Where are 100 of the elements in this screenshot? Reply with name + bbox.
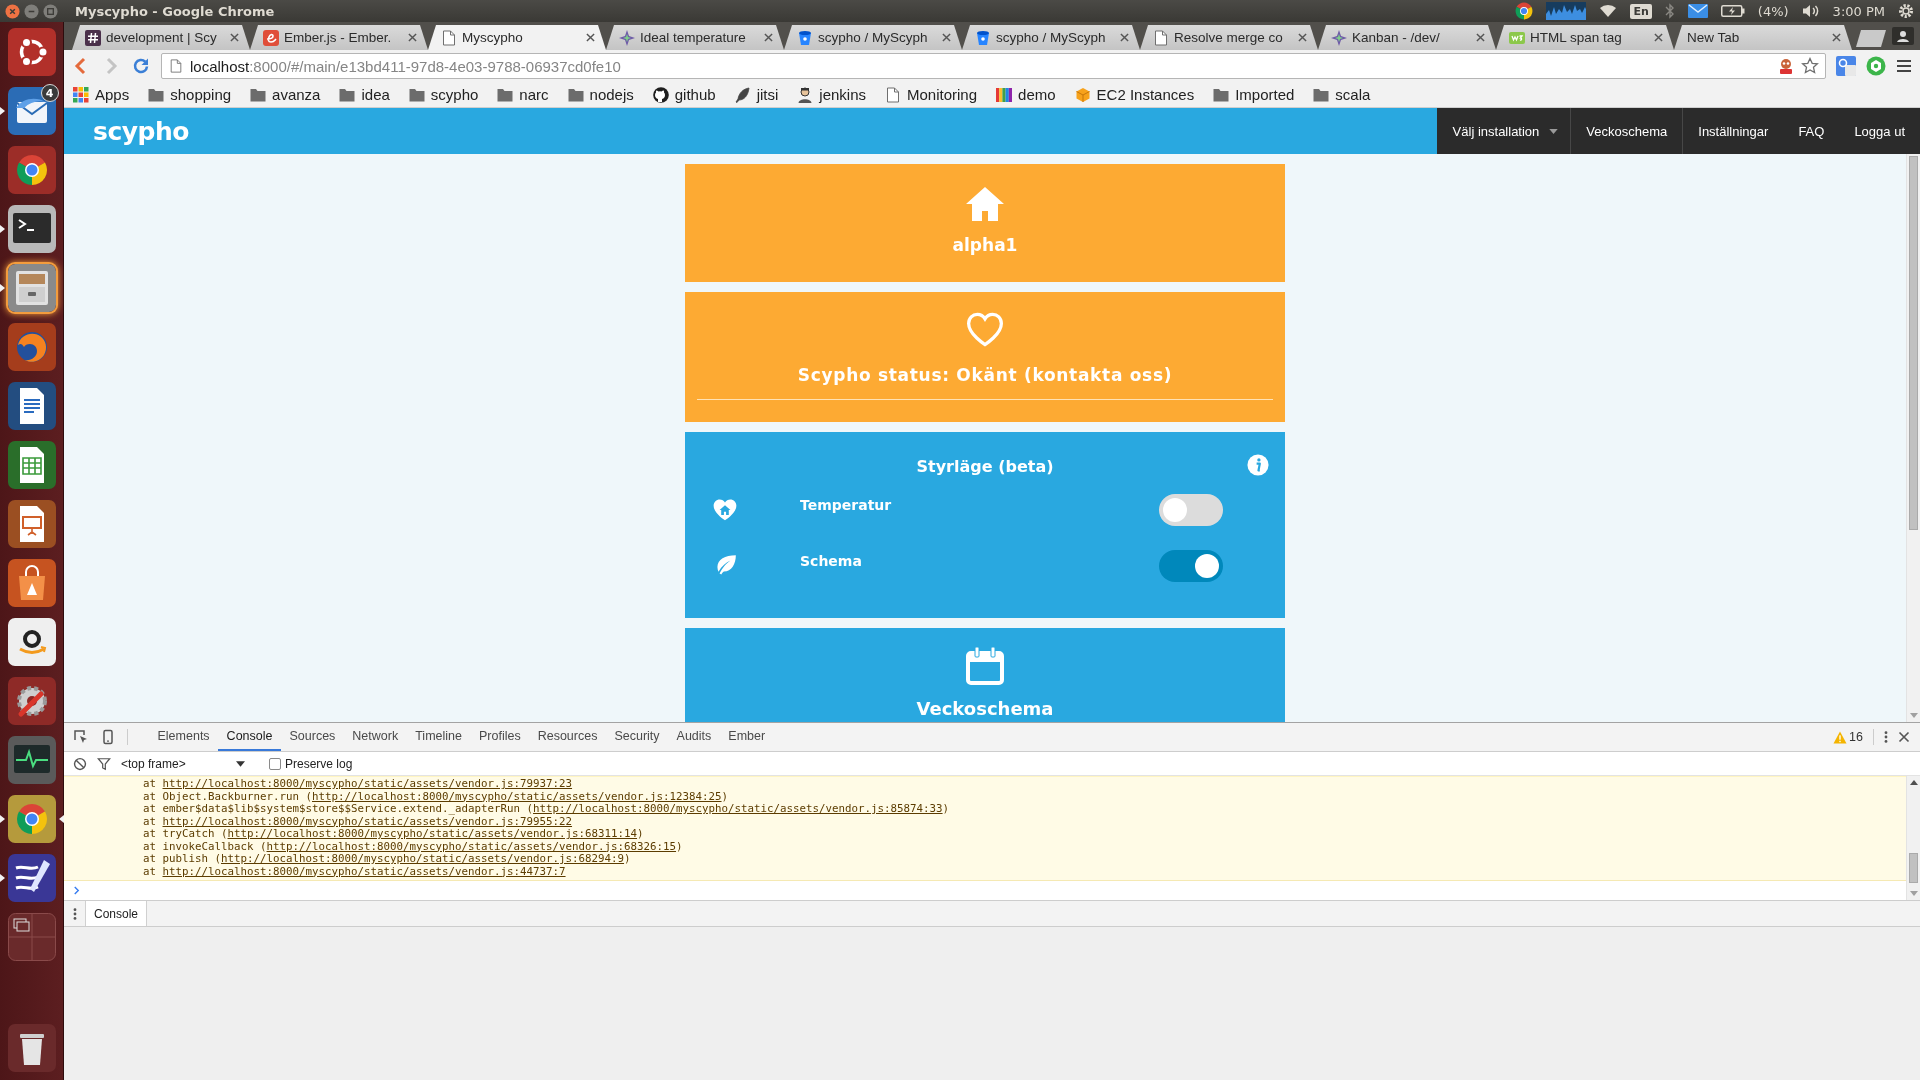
browser-tab[interactable]: HTML span tag <box>1496 25 1674 50</box>
browser-tab[interactable]: Kanban - /dev/ <box>1318 25 1496 50</box>
bookmark-link[interactable]: scypho <box>408 86 479 103</box>
devtools-tab[interactable]: Network <box>343 723 407 751</box>
menu-icon[interactable] <box>1896 58 1912 74</box>
envelope-bird-icon[interactable] <box>7 87 56 135</box>
star-icon[interactable] <box>1801 57 1819 75</box>
devtools-tab[interactable]: Audits <box>668 723 720 751</box>
close-icon[interactable] <box>5 3 20 19</box>
more-icon[interactable] <box>73 906 77 921</box>
drawer-tab[interactable]: Console <box>85 901 148 926</box>
pen-waves-icon[interactable] <box>7 854 56 902</box>
activity-graph-icon[interactable] <box>1546 2 1587 20</box>
close-icon[interactable] <box>1832 33 1841 42</box>
gear-icon[interactable] <box>1898 3 1914 19</box>
spreadsheet-icon[interactable] <box>7 441 56 489</box>
clock[interactable]: 3:00 PM <box>1832 3 1885 19</box>
warning-count[interactable]: 16 <box>1849 730 1863 744</box>
bookmark-link[interactable]: jitsi <box>734 86 779 103</box>
gear-wrench-icon[interactable] <box>7 677 56 725</box>
filter-icon[interactable] <box>97 756 111 771</box>
pulse-monitor-icon[interactable] <box>7 736 56 784</box>
browser-tab[interactable]: Ember.js - Ember. <box>250 25 428 50</box>
round-badge-icon[interactable] <box>1866 56 1886 76</box>
file-cabinet-icon[interactable] <box>7 264 56 312</box>
nav-dropdown[interactable]: Välj installation <box>1436 108 1572 154</box>
console-link[interactable]: http://localhost:8000/myscypho/static/assets/vendor.js:44737:7 <box>162 864 566 878</box>
bookmark-link[interactable]: demo <box>996 86 1056 103</box>
bookmark-link[interactable]: Imported <box>1213 86 1295 103</box>
console-link[interactable]: http://localhost:8000/myscypho/static/assets/vendor.js:68311:14 <box>227 827 638 840</box>
trash-icon[interactable] <box>7 1024 56 1072</box>
close-icon[interactable] <box>408 33 417 42</box>
bookmark-link[interactable]: scala <box>1313 86 1371 103</box>
profile-icon[interactable] <box>1892 27 1914 45</box>
address-field[interactable]: localhost:8000/#/main/e13bd411-97d8-4e03-9788-06937cd0fe10 <box>161 53 1826 79</box>
document-icon[interactable] <box>7 382 56 430</box>
toggle-switch[interactable] <box>1159 550 1223 582</box>
browser-tab[interactable]: Resolve merge co <box>1140 25 1318 50</box>
bookmark-link[interactable]: avanza <box>250 86 321 103</box>
close-icon[interactable] <box>1654 33 1663 42</box>
new-tab-button[interactable] <box>1856 30 1886 47</box>
wifi-icon[interactable] <box>1599 4 1618 18</box>
console-link[interactable]: http://localhost:8000/myscypho/static/assets/vendor.js:68326:15 <box>266 839 677 853</box>
ring-logo-icon[interactable] <box>7 28 56 76</box>
context-select[interactable]: <top frame> <box>121 756 249 771</box>
mascot-icon[interactable] <box>1777 57 1795 75</box>
close-icon[interactable] <box>1120 33 1129 42</box>
scrollbar[interactable] <box>1906 776 1920 900</box>
bookmark-link[interactable]: EC2 Instances <box>1074 86 1195 103</box>
preserve-log-checkbox[interactable] <box>269 757 281 770</box>
color-wheel-icon[interactable] <box>7 795 56 843</box>
nav-link[interactable]: Logga ut <box>1839 108 1920 154</box>
browser-tab[interactable]: scypho / MyScyph <box>962 25 1140 50</box>
bookmark-link[interactable]: jenkins <box>797 86 866 103</box>
bookmark-link[interactable]: Apps <box>73 86 130 103</box>
bookmark-link[interactable]: idea <box>339 86 390 103</box>
browser-tab[interactable]: scypho / MyScyph <box>784 25 962 50</box>
devtools-tab[interactable]: Sources <box>281 723 344 751</box>
battery-icon[interactable] <box>1720 5 1745 17</box>
inspect-icon[interactable] <box>73 729 89 745</box>
devtools-tab[interactable]: Ember <box>719 723 774 751</box>
bluetooth-icon[interactable] <box>1664 3 1675 19</box>
bookmark-link[interactable]: narc <box>497 86 549 103</box>
globe-fox-icon[interactable] <box>7 323 56 371</box>
phone-icon[interactable] <box>100 729 116 745</box>
devtools-tab[interactable]: Profiles <box>470 723 530 751</box>
close-icon[interactable] <box>764 33 773 42</box>
bookmark-link[interactable]: nodejs <box>567 86 634 103</box>
devtools-tab[interactable]: Resources <box>529 723 606 751</box>
scrollbar[interactable] <box>1906 154 1920 722</box>
nav-link[interactable]: FAQ <box>1783 108 1840 154</box>
close-icon[interactable] <box>942 33 951 42</box>
nav-link[interactable]: Inställningar <box>1683 108 1784 154</box>
close-icon[interactable] <box>1898 731 1910 743</box>
envelope-icon[interactable] <box>1687 4 1708 18</box>
devtools-tab[interactable]: Security <box>605 723 669 751</box>
maximize-icon[interactable] <box>43 3 58 19</box>
browser-tab[interactable]: Myscypho <box>428 25 606 50</box>
browser-tab[interactable]: New Tab <box>1674 25 1852 50</box>
close-icon[interactable] <box>1476 33 1485 42</box>
square-tile-icon[interactable] <box>1836 56 1856 76</box>
reload-icon[interactable] <box>131 56 151 76</box>
console-link[interactable]: http://localhost:8000/myscypho/static/assets/vendor.js:79937:23 <box>162 777 573 790</box>
browser-tab[interactable]: Ideal temperature <box>606 25 784 50</box>
terminal-icon[interactable] <box>7 205 56 253</box>
console-link[interactable]: http://localhost:8000/myscypho/static/assets/vendor.js:68294:9 <box>221 852 625 865</box>
close-icon[interactable] <box>230 33 239 42</box>
shopping-bag-icon[interactable] <box>7 559 56 607</box>
nav-link[interactable]: Veckoschema <box>1571 108 1684 154</box>
color-wheel-icon[interactable] <box>7 146 56 194</box>
devtools-tab[interactable]: Elements <box>149 723 219 751</box>
more-icon[interactable] <box>1884 730 1888 744</box>
toggle-switch[interactable] <box>1159 494 1223 526</box>
minimize-icon[interactable] <box>24 3 39 19</box>
keyboard-layout-indicator[interactable]: En <box>1630 3 1652 19</box>
clear-icon[interactable] <box>73 756 87 771</box>
devtools-tab[interactable]: Console <box>218 723 281 751</box>
bookmark-link[interactable]: github <box>652 86 716 103</box>
volume-icon[interactable] <box>1801 4 1820 18</box>
info-icon[interactable] <box>1247 454 1269 476</box>
